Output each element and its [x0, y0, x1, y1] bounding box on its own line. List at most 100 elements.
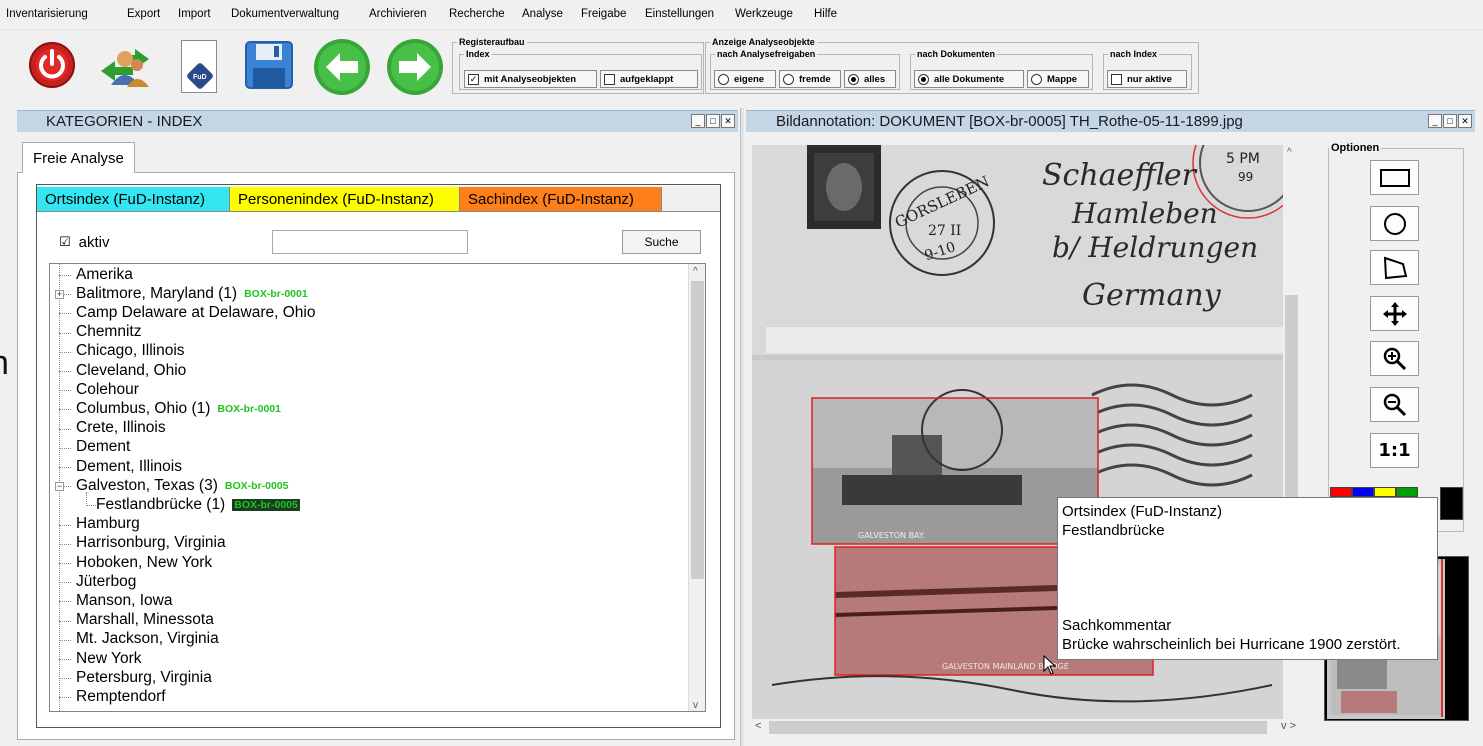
- menu-werkzeuge[interactable]: Werkzeuge: [735, 8, 793, 20]
- tree-item[interactable]: Columbus, Ohio (1) BOX-br-0001: [76, 399, 281, 418]
- color-swatch-blue[interactable]: [1352, 487, 1374, 497]
- back-button[interactable]: [311, 36, 373, 98]
- move-tool-button[interactable]: [1370, 296, 1419, 331]
- close-icon[interactable]: ✕: [1458, 114, 1472, 128]
- aufgeklappt-checkbox[interactable]: aufgeklappt: [600, 70, 698, 88]
- alles-radio[interactable]: alles: [844, 70, 896, 88]
- zoom-in-button[interactable]: [1370, 341, 1419, 376]
- tree-item[interactable]: Jüterbog: [76, 572, 136, 591]
- zoom-out-button[interactable]: [1370, 387, 1419, 422]
- tree-item[interactable]: Camp Delaware at Delaware, Ohio: [76, 303, 316, 322]
- document-badge[interactable]: BOX-br-0005: [225, 480, 289, 492]
- tree-item[interactable]: New York: [76, 649, 141, 668]
- polygon-tool-button[interactable]: [1370, 250, 1419, 285]
- fremde-radio[interactable]: fremde: [779, 70, 841, 88]
- tree-item[interactable]: Crete, Illinois: [76, 419, 166, 438]
- tree-item[interactable]: Dement: [76, 438, 130, 457]
- menu-inventarisierung[interactable]: Inventarisierung: [6, 8, 88, 20]
- aktiv-label: aktiv: [78, 233, 110, 251]
- thumbnail-viewport[interactable]: [1441, 559, 1443, 717]
- checkbox-checked-icon: ☑: [59, 234, 71, 249]
- menu-analyse[interactable]: Analyse: [522, 8, 563, 20]
- search-input[interactable]: [272, 230, 468, 254]
- tab-freie-analyse[interactable]: Freie Analyse: [22, 142, 135, 173]
- nur-aktive-checkbox[interactable]: nur aktive: [1107, 70, 1187, 88]
- document-badge[interactable]: BOX-br-0001: [217, 403, 281, 415]
- tree-item[interactable]: Balitmore, Maryland (1) BOX-br-0001: [76, 284, 308, 303]
- menu-archivieren[interactable]: Archivieren: [369, 8, 427, 20]
- tree-item[interactable]: Colehour: [76, 380, 139, 399]
- radio-off-icon: [1031, 73, 1042, 85]
- maximize-icon[interactable]: □: [706, 114, 720, 128]
- scroll-down-icon[interactable]: v: [693, 700, 698, 711]
- color-swatch-red[interactable]: [1330, 487, 1352, 497]
- menu-hilfe[interactable]: Hilfe: [814, 8, 837, 20]
- eigene-label: eigene: [734, 73, 765, 85]
- tree-connector: [59, 390, 71, 392]
- ellipse-tool-button[interactable]: [1370, 206, 1419, 241]
- save-button[interactable]: [243, 39, 295, 91]
- tab-ortsindex[interactable]: Ortsindex (FuD-Instanz): [37, 187, 230, 211]
- tree-item[interactable]: Dement, Illinois: [76, 457, 182, 476]
- expand-icon[interactable]: +: [55, 290, 64, 300]
- collapse-icon[interactable]: −: [55, 482, 64, 492]
- alle-dokumente-radio[interactable]: alle Dokumente: [914, 70, 1024, 88]
- mit-analyseobjekten-checkbox[interactable]: ✓ mit Analyseobjekten: [464, 70, 597, 88]
- tree-item[interactable]: Chemnitz: [76, 323, 141, 342]
- scroll-left-icon[interactable]: <: [755, 720, 761, 732]
- tree-item[interactable]: Harrisonburg, Virginia: [76, 534, 226, 553]
- registeraufbau-title: Registeraufbau: [459, 37, 525, 47]
- document-badge[interactable]: BOX-br-0005: [232, 498, 300, 511]
- exit-button[interactable]: [24, 37, 80, 93]
- tree-item[interactable]: Galveston, Texas (3) BOX-br-0005: [76, 476, 288, 495]
- polygon-icon: [1383, 256, 1407, 279]
- scrollbar-thumb[interactable]: [691, 281, 704, 579]
- tree-item[interactable]: Mt. Jackson, Virginia: [76, 630, 219, 649]
- switch-user-button[interactable]: [92, 39, 158, 93]
- tree-item[interactable]: Hoboken, New York: [76, 553, 212, 572]
- tree-child-item[interactable]: Festlandbrücke (1) BOX-br-0005: [96, 495, 300, 514]
- search-button[interactable]: Suche: [622, 230, 701, 254]
- scroll-up-icon[interactable]: ^: [693, 266, 698, 277]
- tree-item[interactable]: Marshall, Minessota: [76, 611, 214, 630]
- tree-item[interactable]: Hamburg: [76, 515, 140, 534]
- tree-item[interactable]: Amerika: [76, 265, 133, 284]
- menu-einstellungen[interactable]: Einstellungen: [645, 8, 714, 20]
- tree-item[interactable]: Manson, Iowa: [76, 591, 173, 610]
- panel-splitter[interactable]: [740, 108, 744, 746]
- document-badge[interactable]: BOX-br-0001: [244, 288, 308, 300]
- fud-document-button[interactable]: FuD: [180, 39, 218, 94]
- menu-recherche[interactable]: Recherche: [449, 8, 505, 20]
- tab-personenindex[interactable]: Personenindex (FuD-Instanz): [230, 187, 460, 211]
- minimize-icon[interactable]: _: [691, 114, 705, 128]
- color-swatch-green[interactable]: [1396, 487, 1418, 497]
- menu-dokumentverwaltung[interactable]: Dokumentverwaltung: [231, 8, 339, 20]
- forward-button[interactable]: [384, 36, 446, 98]
- tree-item[interactable]: Chicago, Illinois: [76, 342, 185, 361]
- tree-scrollbar[interactable]: ^ v: [688, 264, 705, 711]
- eigene-radio[interactable]: eigene: [714, 70, 776, 88]
- fremde-label: fremde: [799, 73, 831, 85]
- mappe-radio[interactable]: Mappe: [1027, 70, 1089, 88]
- image-hscrollbar[interactable]: < v >: [752, 719, 1300, 736]
- tree-item[interactable]: Petersburg, Virginia: [76, 668, 212, 687]
- color-swatch-yellow[interactable]: [1374, 487, 1396, 497]
- scrollbar-thumb[interactable]: [769, 721, 1267, 734]
- scroll-right-icon[interactable]: v >: [1281, 720, 1296, 732]
- menu-freigabe[interactable]: Freigabe: [581, 8, 626, 20]
- tree-connector: [59, 275, 71, 276]
- close-icon[interactable]: ✕: [721, 114, 735, 128]
- menu-import[interactable]: Import: [178, 8, 211, 20]
- color-swatch-black[interactable]: [1440, 487, 1463, 520]
- tree-item[interactable]: Cleveland, Ohio: [76, 361, 186, 380]
- scroll-up-icon[interactable]: ^: [1287, 147, 1292, 158]
- minimize-icon[interactable]: _: [1428, 114, 1442, 128]
- menu-export[interactable]: Export: [127, 8, 160, 20]
- zoom-reset-button[interactable]: 1:1: [1370, 433, 1419, 468]
- tab-sachindex[interactable]: Sachindex (FuD-Instanz): [460, 187, 662, 211]
- rectangle-tool-button[interactable]: [1370, 160, 1419, 195]
- tree-item[interactable]: Remptendorf: [76, 687, 166, 706]
- maximize-icon[interactable]: □: [1443, 114, 1457, 128]
- checkbox-empty-icon: [604, 73, 615, 85]
- aktiv-checkbox[interactable]: ☑ aktiv: [59, 233, 110, 251]
